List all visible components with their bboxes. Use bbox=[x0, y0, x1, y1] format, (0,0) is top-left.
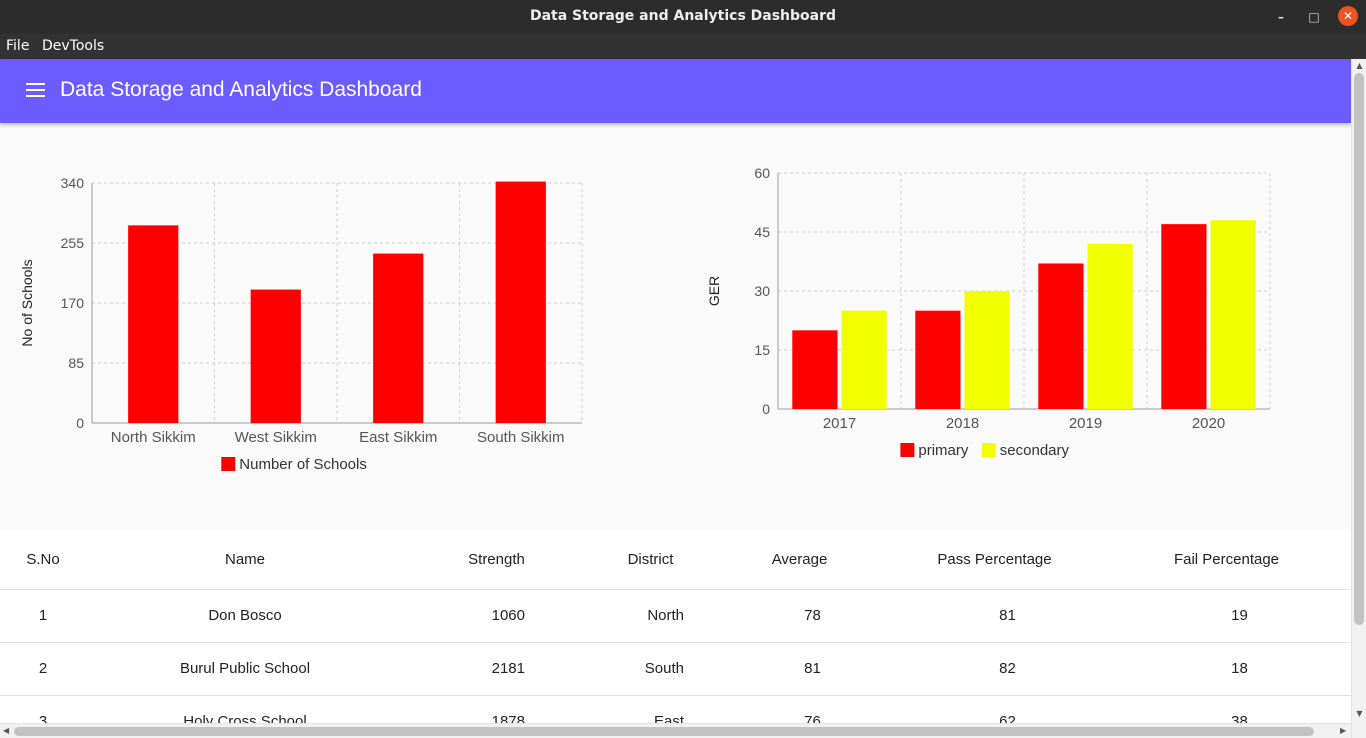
horizontal-scroll-thumb[interactable] bbox=[14, 727, 1314, 736]
bar-primary bbox=[915, 310, 961, 409]
y-tick-label: 0 bbox=[762, 401, 770, 417]
bar-primary bbox=[1161, 224, 1207, 409]
cell-sno: 1 bbox=[0, 589, 86, 643]
menu-file[interactable]: File bbox=[6, 38, 29, 54]
scroll-up-icon[interactable]: ▲ bbox=[1352, 61, 1366, 70]
legend-swatch bbox=[981, 443, 996, 457]
y-tick-label: 170 bbox=[61, 295, 85, 311]
x-tick-label: 2020 bbox=[1192, 415, 1225, 432]
horizontal-scrollbar[interactable]: ◀ ▶ bbox=[0, 723, 1351, 738]
menu-bar: File DevTools bbox=[0, 34, 1366, 59]
vertical-scrollbar[interactable]: ▲ ▼ bbox=[1351, 59, 1366, 738]
cell-name: Burul Public School bbox=[86, 642, 404, 696]
y-axis-label: No of Schools bbox=[19, 259, 35, 346]
table-row[interactable]: 2 Burul Public School 2181 South 81 82 1… bbox=[0, 642, 1351, 696]
x-tick-label: 2017 bbox=[823, 415, 856, 432]
x-tick-label: South Sikkim bbox=[477, 429, 565, 446]
app-title: Data Storage and Analytics Dashboard bbox=[60, 78, 422, 101]
hamburger-menu-icon[interactable] bbox=[26, 83, 45, 98]
cell-fail-percentage: 18 bbox=[1102, 642, 1351, 696]
schools-table: S.No Name Strength District Average Pass… bbox=[0, 530, 1351, 723]
cell-fail-percentage: 19 bbox=[1102, 589, 1351, 643]
cell-district: East bbox=[589, 695, 712, 723]
menu-devtools[interactable]: DevTools bbox=[42, 38, 104, 54]
x-tick-label: West Sikkim bbox=[235, 429, 317, 446]
column-header-district[interactable]: District bbox=[589, 530, 712, 590]
cell-sno: 3 bbox=[0, 695, 86, 723]
y-tick-label: 85 bbox=[68, 355, 84, 371]
cell-average: 76 bbox=[712, 695, 887, 723]
cell-pass-percentage: 81 bbox=[887, 589, 1102, 643]
legend-label: primary bbox=[918, 442, 969, 459]
bar-number-of-schools bbox=[250, 289, 301, 423]
app-bar: Data Storage and Analytics Dashboard bbox=[0, 59, 1351, 123]
cell-strength: 1060 bbox=[404, 589, 589, 643]
y-tick-label: 340 bbox=[61, 175, 85, 191]
y-tick-label: 15 bbox=[754, 342, 770, 358]
bar-number-of-schools bbox=[373, 253, 424, 423]
cell-district: South bbox=[589, 642, 712, 696]
cell-strength: 1878 bbox=[404, 695, 589, 723]
scroll-down-icon[interactable]: ▼ bbox=[1352, 709, 1366, 718]
column-header-name[interactable]: Name bbox=[86, 530, 404, 590]
window-titlebar: Data Storage and Analytics Dashboard – □… bbox=[0, 0, 1366, 34]
bar-number-of-schools bbox=[128, 225, 179, 423]
cell-sno: 2 bbox=[0, 642, 86, 696]
schools-bar-chart: 0 85 170 255 340 North Sikkim West Sikkim East … bbox=[19, 175, 583, 473]
cell-strength: 2181 bbox=[404, 642, 589, 696]
y-tick-label: 0 bbox=[76, 415, 84, 431]
cell-average: 81 bbox=[712, 642, 887, 696]
cell-average: 78 bbox=[712, 589, 887, 643]
ger-bar-chart: 0 15 30 45 60 2017 2018 2019 2020 GER primary secon… bbox=[706, 165, 1271, 459]
y-tick-label: 30 bbox=[754, 283, 770, 299]
cell-pass-percentage: 82 bbox=[887, 642, 1102, 696]
close-icon[interactable]: ✕ bbox=[1338, 6, 1358, 26]
legend-swatch bbox=[221, 457, 236, 471]
table-header-row: S.No Name Strength District Average Pass… bbox=[0, 530, 1351, 590]
x-tick-label: East Sikkim bbox=[359, 429, 437, 446]
minimize-icon[interactable]: – bbox=[1272, 8, 1290, 26]
column-header-strength[interactable]: Strength bbox=[404, 530, 589, 590]
bar-primary bbox=[1038, 263, 1084, 409]
bar-secondary bbox=[1210, 220, 1256, 409]
column-header-average[interactable]: Average bbox=[712, 530, 887, 590]
cell-fail-percentage: 38 bbox=[1102, 695, 1351, 723]
legend-label: secondary bbox=[1000, 442, 1070, 459]
x-tick-label: 2019 bbox=[1069, 415, 1102, 432]
maximize-icon[interactable]: □ bbox=[1305, 8, 1323, 26]
bar-number-of-schools bbox=[495, 181, 546, 423]
y-tick-label: 60 bbox=[754, 165, 770, 181]
x-tick-label: North Sikkim bbox=[111, 429, 196, 446]
window-title: Data Storage and Analytics Dashboard bbox=[529, 8, 837, 24]
scroll-left-icon[interactable]: ◀ bbox=[3, 726, 9, 735]
cell-name: Don Bosco bbox=[86, 589, 404, 643]
legend-label: Number of Schools bbox=[239, 456, 367, 473]
bar-primary bbox=[792, 330, 838, 409]
cell-pass-percentage: 62 bbox=[887, 695, 1102, 723]
y-axis-label: GER bbox=[706, 276, 722, 306]
bar-secondary bbox=[1087, 243, 1133, 409]
schools-table-card: S.No Name Strength District Average Pass… bbox=[0, 530, 1351, 723]
column-header-sno[interactable]: S.No bbox=[0, 530, 86, 590]
bar-secondary bbox=[841, 310, 887, 409]
table-row[interactable]: 1 Don Bosco 1060 North 78 81 19 bbox=[0, 589, 1351, 643]
cell-district: North bbox=[589, 589, 712, 643]
x-tick-label: 2018 bbox=[946, 415, 979, 432]
vertical-scroll-thumb[interactable] bbox=[1354, 73, 1364, 625]
scroll-right-icon[interactable]: ▶ bbox=[1340, 726, 1346, 735]
bar-secondary bbox=[964, 291, 1010, 409]
column-header-pass-percentage[interactable]: Pass Percentage bbox=[887, 530, 1102, 590]
legend-swatch bbox=[900, 443, 915, 457]
y-tick-label: 45 bbox=[754, 224, 770, 240]
y-tick-label: 255 bbox=[61, 235, 85, 251]
table-row[interactable]: 3 Holy Cross School 1878 East 76 62 38 bbox=[0, 695, 1351, 723]
cell-name: Holy Cross School bbox=[86, 695, 404, 723]
column-header-fail-percentage[interactable]: Fail Percentage bbox=[1102, 530, 1351, 590]
